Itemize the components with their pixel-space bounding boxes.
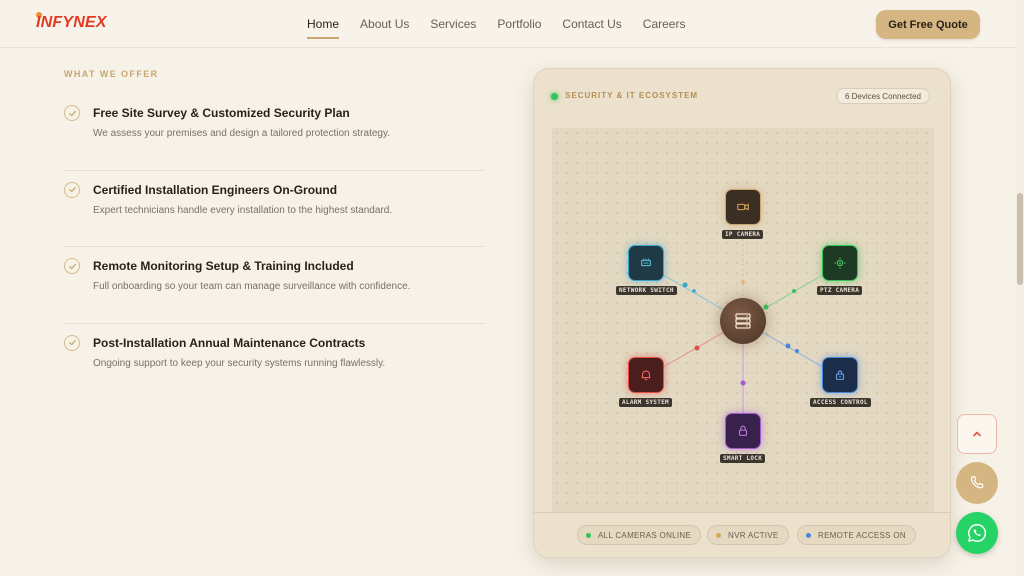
status-label: NVR ACTIVE (728, 530, 779, 540)
node-access-control[interactable] (822, 357, 858, 393)
server-hub[interactable] (720, 298, 766, 344)
check-icon (64, 105, 80, 121)
chevron-up-icon (973, 431, 981, 437)
status-label: REMOTE ACCESS ON (818, 530, 906, 540)
node-label-smart-lock: SMART LOCK (720, 454, 766, 463)
offer-desc: We assess your premises and design a tai… (93, 128, 391, 139)
scroll-to-top-button[interactable] (957, 414, 997, 454)
offer-title: Remote Monitoring Setup & Training Inclu… (93, 259, 354, 273)
scrollbar-thumb[interactable] (1017, 193, 1023, 285)
node-label-ip-camera: IP CAMERA (722, 230, 764, 239)
status-pill-nvr: NVR ACTIVE (707, 525, 789, 545)
node-ptz-camera[interactable] (822, 245, 858, 281)
server-icon (735, 313, 751, 329)
ecosystem-diagram: IP CAMERA NETWORK SWITCH PTZ CAMERA ALAR… (552, 128, 934, 512)
check-icon (64, 334, 80, 351)
padlock-icon (738, 425, 748, 436)
node-ip-camera[interactable] (725, 189, 761, 225)
ecosystem-header: SECURITY & IT ECOSYSTEM 6 Devices Connec… (534, 69, 950, 127)
ecosystem-title: SECURITY & IT ECOSYSTEM (565, 91, 699, 100)
offer-title: Certified Installation Engineers On-Grou… (93, 182, 338, 197)
offer-item: Free Site Survey & Customized Security P… (64, 94, 484, 171)
node-smart-lock[interactable] (725, 413, 761, 449)
nav-careers[interactable]: Careers (643, 17, 686, 39)
offer-desc: Full onboarding so your team can manage … (93, 281, 411, 292)
status-label: ALL CAMERAS ONLINE (598, 530, 692, 540)
status-dot (716, 532, 721, 538)
ecosystem-card: SECURITY & IT ECOSYSTEM 6 Devices Connec… (533, 68, 951, 558)
site-header: INFYNEX Home About Us Services Portfolio… (0, 0, 1016, 48)
check-icon (64, 258, 80, 274)
main-nav: Home About Us Services Portfolio Contact… (307, 17, 706, 39)
nav-about-us[interactable]: About Us (360, 17, 409, 39)
node-alarm-system[interactable] (628, 357, 664, 393)
phone-icon (970, 476, 984, 489)
node-label-network-switch: NETWORK SWITCH (616, 286, 677, 295)
nav-services[interactable]: Services (430, 17, 476, 39)
ecosystem-status-bar: ALL CAMERAS ONLINE NVR ACTIVE REMOTE ACC… (534, 512, 950, 557)
live-status-dot (551, 93, 558, 100)
offer-list: Free Site Survey & Customized Security P… (64, 94, 484, 400)
whatsapp-icon (968, 524, 987, 542)
lock-icon (835, 370, 845, 380)
devices-connected-badge: 6 Devices Connected (835, 88, 930, 104)
status-pill-remote: REMOTE ACCESS ON (797, 525, 916, 545)
get-free-quote-button[interactable]: Get Free Quote (876, 10, 980, 39)
offer-item: Certified Installation Engineers On-Grou… (64, 171, 484, 247)
section-label: WHAT WE OFFER (64, 69, 159, 79)
whatsapp-button[interactable] (956, 512, 998, 554)
status-dot (806, 532, 811, 538)
offer-item: Remote Monitoring Setup & Training Inclu… (64, 247, 484, 324)
offer-title: Post-Installation Annual Maintenance Con… (93, 335, 366, 350)
nav-portfolio[interactable]: Portfolio (497, 17, 541, 39)
logo[interactable]: INFYNEX (36, 14, 107, 32)
ptz-camera-icon (834, 257, 846, 269)
call-button[interactable] (956, 462, 998, 504)
nav-home[interactable]: Home (307, 17, 340, 39)
status-dot (586, 532, 591, 538)
node-network-switch[interactable] (628, 245, 664, 281)
offer-desc: Expert technicians handle every installa… (93, 204, 393, 216)
status-pill-cameras: ALL CAMERAS ONLINE (577, 525, 702, 545)
page-scrollbar[interactable] (1016, 0, 1024, 576)
check-icon (64, 181, 80, 198)
video-camera-icon (737, 203, 749, 211)
offer-title: Free Site Survey & Customized Security P… (93, 106, 350, 120)
offer-item: Post-Installation Annual Maintenance Con… (64, 324, 484, 401)
offer-desc: Ongoing support to keep your security sy… (93, 357, 386, 369)
node-label-access-control: ACCESS CONTROL (810, 398, 871, 407)
switch-icon (641, 258, 651, 267)
bell-icon (641, 370, 651, 381)
node-label-ptz-camera: PTZ CAMERA (817, 286, 863, 295)
nav-contact-us[interactable]: Contact Us (562, 17, 621, 39)
node-label-alarm-system: ALARM SYSTEM (619, 398, 672, 407)
